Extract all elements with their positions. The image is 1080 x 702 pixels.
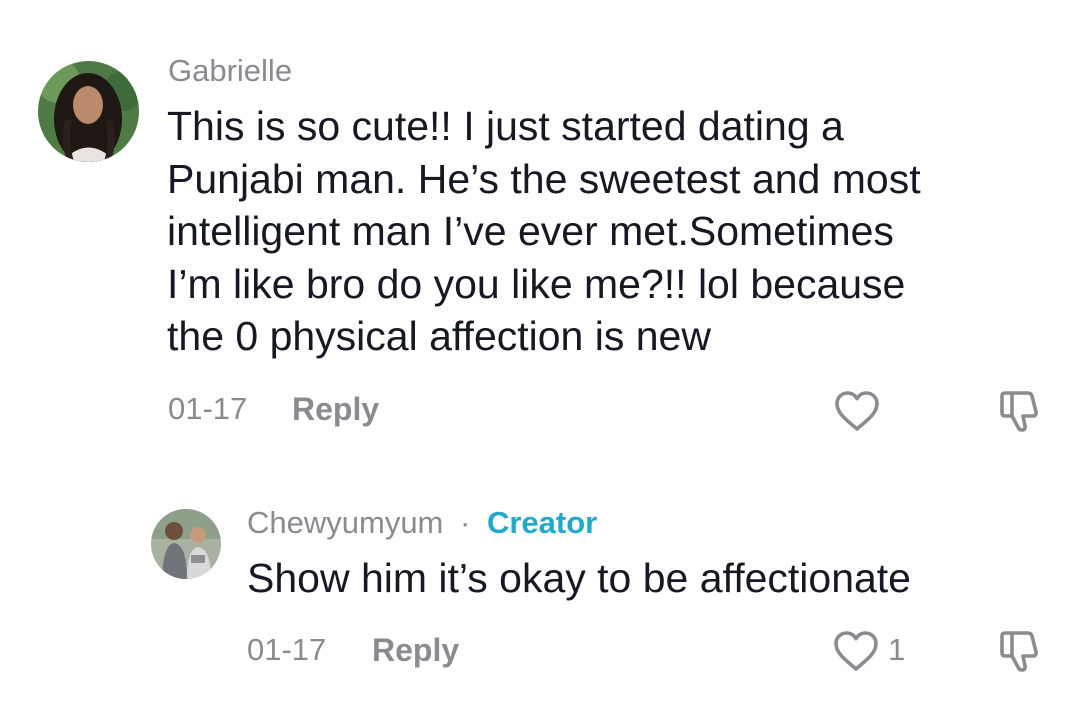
- thumbs-down-outline-icon[interactable]: [998, 388, 1044, 434]
- comment-username[interactable]: Chewyumyum: [247, 505, 443, 540]
- separator-dot: ·: [460, 505, 471, 540]
- comment-text-line: Punjabi man. He’s the sweetest and most: [167, 155, 921, 202]
- like-count: 1: [888, 632, 906, 667]
- comment-text-line: I’m like bro do you like me?!! lol becau…: [167, 260, 906, 307]
- avatar[interactable]: [38, 61, 139, 162]
- reply-button[interactable]: Reply: [372, 630, 459, 670]
- comment-date: 01-17: [168, 391, 248, 426]
- reply-button[interactable]: Reply: [292, 389, 379, 429]
- comment-username-row: Chewyumyum · Creator: [247, 503, 597, 543]
- heart-outline-icon[interactable]: [834, 390, 880, 432]
- heart-outline-icon[interactable]: [833, 630, 879, 672]
- comment-text-line: This is so cute!! I just started dating …: [167, 103, 844, 149]
- comment-text-line: the 0 physical affection is new: [167, 313, 711, 359]
- comment-date: 01-17: [247, 632, 327, 667]
- comment-text-line: Show him it’s okay to be affectionate: [247, 555, 911, 601]
- thumbs-down-outline-icon[interactable]: [998, 628, 1044, 674]
- avatar[interactable]: [151, 509, 221, 579]
- comment-username[interactable]: Gabrielle: [168, 51, 292, 91]
- comment-text: Show him it’s okay to be affectionate: [247, 552, 911, 605]
- comment-text: This is so cute!! I just started dating …: [167, 100, 921, 363]
- comment-text-line: intelligent man I’ve ever met.Sometimes: [167, 208, 894, 254]
- creator-badge: Creator: [486, 505, 598, 540]
